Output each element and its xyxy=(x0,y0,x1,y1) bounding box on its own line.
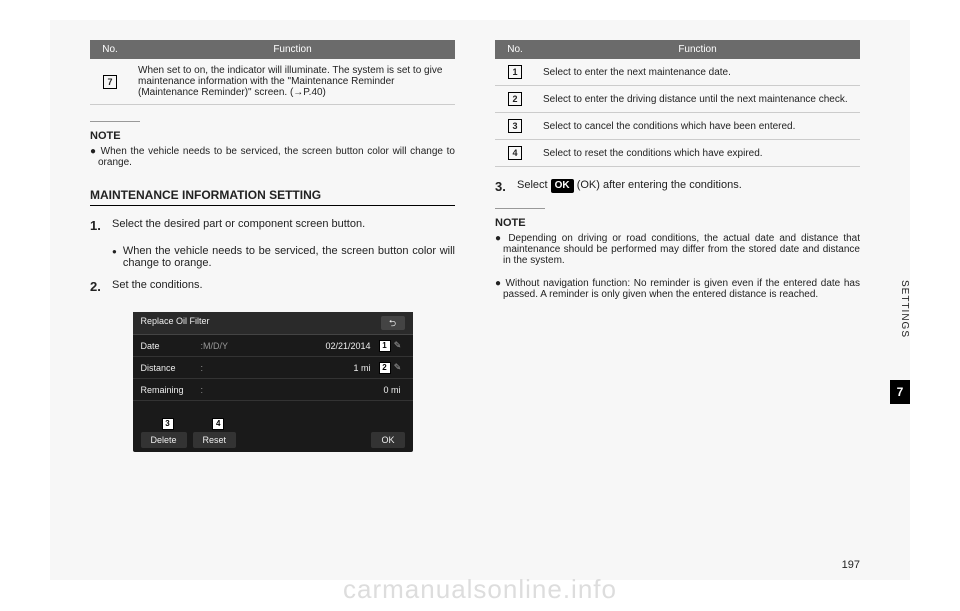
reset-button[interactable]: 4 Reset xyxy=(193,432,237,448)
note-rule xyxy=(495,208,545,209)
table-header-no: No. xyxy=(495,40,535,59)
table-row: 2 Select to enter the driving distance u… xyxy=(495,86,860,113)
note-text: Depending on driving or road conditions,… xyxy=(495,233,860,266)
table-header-function: Function xyxy=(535,40,860,59)
callout-3: 3 xyxy=(508,119,522,133)
function-text: Select to enter the driving distance unt… xyxy=(535,86,860,113)
function-table-right: No. Function 1 Select to enter the next … xyxy=(495,40,860,167)
page-content: No. Function 7 When set to on, the indic… xyxy=(50,20,910,580)
row-value: 0 mi xyxy=(251,385,405,395)
function-text: Select to enter the next maintenance dat… xyxy=(535,59,860,86)
step-1: 1. Select the desired part or component … xyxy=(90,218,455,233)
callout-4: 4 xyxy=(508,146,522,160)
section-heading: MAINTENANCE INFORMATION SETTING xyxy=(90,188,455,206)
callout-3: 3 xyxy=(162,418,174,430)
callout-1: 1 xyxy=(379,340,391,352)
row-date[interactable]: Date :M/D/Y 02/21/2014 1 ✎ xyxy=(133,335,413,357)
side-tab-label: SETTINGS xyxy=(899,280,910,338)
note-label: NOTE xyxy=(495,217,860,229)
table-row: 1 Select to enter the next maintenance d… xyxy=(495,59,860,86)
callout-4: 4 xyxy=(212,418,224,430)
note-label: NOTE xyxy=(90,130,455,142)
step-number: 2. xyxy=(90,279,112,294)
row-label: Remaining xyxy=(141,385,201,395)
step-1-bullet: When the vehicle needs to be serviced, t… xyxy=(112,245,455,269)
callout-7: 7 xyxy=(103,75,117,89)
page-number: 197 xyxy=(842,559,860,571)
note-text: Without navigation function: No reminder… xyxy=(495,278,860,300)
row-colon: : xyxy=(201,385,251,395)
row-value: 1 mi xyxy=(251,363,375,373)
delete-button[interactable]: 3 Delete xyxy=(141,432,187,448)
callout-1: 1 xyxy=(508,65,522,79)
ok-icon: OK xyxy=(551,179,574,193)
table-row: 4 Select to reset the conditions which h… xyxy=(495,140,860,167)
left-column: No. Function 7 When set to on, the indic… xyxy=(90,40,455,560)
table-row: 7 When set to on, the indicator will ill… xyxy=(90,59,455,105)
watermark: carmanualsonline.info xyxy=(343,574,617,605)
row-colon: : xyxy=(201,363,251,373)
edit-icon[interactable]: ✎ xyxy=(391,362,405,373)
step-3: 3. Select OK (OK) after entering the con… xyxy=(495,179,860,194)
function-text: Select to cancel the conditions which ha… xyxy=(535,113,860,140)
back-button[interactable]: ⮌ xyxy=(381,316,405,330)
row-remaining: Remaining : 0 mi xyxy=(133,379,413,401)
function-table-left: No. Function 7 When set to on, the indic… xyxy=(90,40,455,105)
ok-button[interactable]: OK xyxy=(371,432,404,448)
row-value: 02/21/2014 xyxy=(251,341,375,351)
step-text: Set the conditions. xyxy=(112,279,455,294)
row-label: Date xyxy=(141,341,201,351)
note-rule xyxy=(90,121,140,122)
row-format: :M/D/Y xyxy=(201,341,251,351)
table-row: 3 Select to cancel the conditions which … xyxy=(495,113,860,140)
step-text: Select OK (OK) after entering the condit… xyxy=(517,179,860,194)
table-header-function: Function xyxy=(130,40,455,59)
step-number: 3. xyxy=(495,179,517,194)
note-text: When the vehicle needs to be serviced, t… xyxy=(90,146,455,168)
screen-title: Replace Oil Filter xyxy=(141,316,210,330)
step-text: Select the desired part or component scr… xyxy=(112,218,455,233)
callout-2: 2 xyxy=(508,92,522,106)
side-tab-number: 7 xyxy=(890,380,910,404)
edit-icon[interactable]: ✎ xyxy=(391,340,405,351)
row-distance[interactable]: Distance : 1 mi 2 ✎ xyxy=(133,357,413,379)
row-label: Distance xyxy=(141,363,201,373)
table-header-no: No. xyxy=(90,40,130,59)
step-2: 2. Set the conditions. xyxy=(90,279,455,294)
settings-screen: Replace Oil Filter ⮌ Date :M/D/Y 02/21/2… xyxy=(133,312,413,452)
step-number: 1. xyxy=(90,218,112,233)
right-column: No. Function 1 Select to enter the next … xyxy=(495,40,860,560)
callout-2: 2 xyxy=(379,362,391,374)
function-text: Select to reset the conditions which hav… xyxy=(535,140,860,167)
function-text: When set to on, the indicator will illum… xyxy=(130,59,455,105)
